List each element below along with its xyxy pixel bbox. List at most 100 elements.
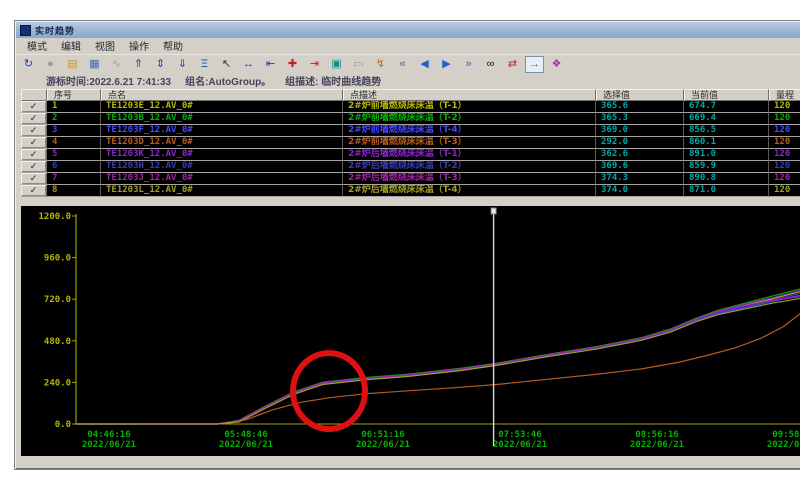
column-header-5[interactable]: 当前值 [684, 89, 769, 101]
y-tick-label: 240.0 [44, 378, 71, 388]
row-checkbox[interactable]: ✓ [21, 113, 47, 125]
column-header-4[interactable]: 选择值 [596, 89, 684, 101]
menu-item-2[interactable]: 视图 [88, 38, 122, 53]
row-checkbox[interactable]: ✓ [21, 125, 47, 137]
fit-vertical-icon[interactable]: ⇕ [151, 56, 170, 73]
x-tick-time: 05:48:46 [224, 430, 267, 440]
current-value: 669.4 [684, 113, 769, 125]
point-table: 序号点名点描述选择值当前值量程✓1TE1203E_12.AV_0#2#炉前墙燃烧… [21, 89, 800, 197]
record-icon: ● [41, 56, 60, 73]
row-num: 6 [47, 161, 101, 173]
range-value: 120 [769, 185, 800, 197]
table-row[interactable]: ✓2TE1203B_12.AV_0#2#炉前墙燃烧床床温（T-2）365.366… [21, 113, 800, 125]
trend-chart[interactable]: 1200.0960.0720.0480.0240.00.004:46:16202… [21, 206, 800, 456]
x-tick-date: 2022/06/21 [356, 440, 410, 450]
pointer-icon[interactable]: ↖ [217, 56, 236, 73]
column-header-2[interactable]: 点名 [101, 89, 343, 101]
point-name: TE1203D_12.AV_0# [101, 137, 343, 149]
menu-item-1[interactable]: 编辑 [54, 38, 88, 53]
step-backward-icon[interactable]: ◀ [415, 56, 434, 73]
selected-value: 292.0 [596, 137, 684, 149]
menu-item-3[interactable]: 操作 [122, 38, 156, 53]
fit-horizontal-icon[interactable]: ↔ [239, 56, 258, 73]
column-header-3[interactable]: 点描述 [343, 89, 596, 101]
y-tick-label: 0.0 [55, 420, 71, 430]
point-desc: 2#炉前墙燃烧床床温（T-4） [343, 125, 596, 137]
group-desc-text: 组描述: 临时曲线趋势 [285, 73, 381, 88]
row-checkbox[interactable]: ✓ [21, 149, 47, 161]
fast-forward-icon[interactable]: » [459, 56, 478, 73]
menu-item-0[interactable]: 模式 [20, 38, 54, 53]
x-tick-date: 2022/06/21 [630, 440, 684, 450]
y-tick-label: 720.0 [44, 295, 71, 305]
table-row[interactable]: ✓6TE1203H_12.AV_0#2#炉后墙燃烧床床温（T-2）369.685… [21, 161, 800, 173]
export-icon[interactable]: → [525, 56, 544, 73]
y-tick-label: 1200.0 [38, 212, 71, 222]
column-header-1[interactable]: 序号 [47, 89, 101, 101]
point-desc: 2#炉前墙燃烧床床温（T-1） [343, 101, 596, 113]
row-checkbox[interactable]: ✓ [21, 185, 47, 197]
crosshair-icon[interactable]: ✚ [283, 56, 302, 73]
new-window-icon[interactable]: ▤ [63, 56, 82, 73]
tools-icon[interactable]: ↯ [371, 56, 390, 73]
row-checkbox[interactable]: ✓ [21, 137, 47, 149]
shift-down-icon[interactable]: ⇓ [173, 56, 192, 73]
row-num: 1 [47, 101, 101, 113]
toolbar: ↻●▤▦∿⇑⇕⇓Ξ↖↔⇤✚⇥▣▭↯«◀▶»∞⇄→❖ [16, 54, 800, 73]
menu-item-4[interactable]: 帮助 [156, 38, 190, 53]
column-header-6[interactable]: 量程 [769, 89, 800, 101]
group-name-text: 组名:AutoGroup。 [185, 73, 271, 88]
fast-backward-icon[interactable]: « [393, 56, 412, 73]
print-icon[interactable]: ❖ [547, 56, 566, 73]
table-row[interactable]: ✓8TE1203L_12.AV_0#2#炉后墙燃烧床床温（T-4）374.087… [21, 185, 800, 197]
range-value: 120 [769, 101, 800, 113]
row-num: 2 [47, 113, 101, 125]
table-row[interactable]: ✓1TE1203E_12.AV_0#2#炉前墙燃烧床床温（T-1）365.667… [21, 101, 800, 113]
menubar: 模式编辑视图操作帮助 [16, 39, 800, 52]
window-title: 实时趋势 [35, 24, 75, 37]
row-num: 7 [47, 173, 101, 185]
link-cursor-icon[interactable]: ⇄ [503, 56, 522, 73]
grid-view-icon[interactable]: ▦ [85, 56, 104, 73]
range-value: 120 [769, 113, 800, 125]
row-checkbox[interactable]: ✓ [21, 101, 47, 113]
column-header-0[interactable] [21, 89, 47, 101]
point-name: TE1203H_12.AV_0# [101, 161, 343, 173]
point-desc: 2#炉前墙燃烧床床温（T-3） [343, 137, 596, 149]
point-desc: 2#炉后墙燃烧床床温（T-3） [343, 173, 596, 185]
zoom-select-icon[interactable]: ▣ [327, 56, 346, 73]
table-row[interactable]: ✓3TE1203F_12.AV_0#2#炉前墙燃烧床床温（T-4）369.085… [21, 125, 800, 137]
range-value: 120 [769, 161, 800, 173]
cursor-page-right-icon[interactable]: ⇥ [305, 56, 324, 73]
table-row[interactable]: ✓7TE1203J_12.AV_0#2#炉后墙燃烧床床温（T-3）374.389… [21, 173, 800, 185]
x-tick-time: 08:56:16 [635, 430, 678, 440]
cursor-handle[interactable] [491, 208, 496, 214]
trend-curve [76, 313, 800, 424]
find-icon[interactable]: ∞ [481, 56, 500, 73]
curve-view-icon: ∿ [107, 56, 126, 73]
shift-up-icon[interactable]: ⇑ [129, 56, 148, 73]
cursor-page-left-icon[interactable]: ⇤ [261, 56, 280, 73]
row-checkbox[interactable]: ✓ [21, 161, 47, 173]
selected-value: 365.6 [596, 101, 684, 113]
table-row[interactable]: ✓5TE1203K_12.AV_0#2#炉后墙燃烧床床温（T-1）362.689… [21, 149, 800, 161]
titlebar[interactable]: 实时趋势 [16, 22, 800, 38]
current-value: 859.9 [684, 161, 769, 173]
current-value: 674.7 [684, 101, 769, 113]
row-checkbox[interactable]: ✓ [21, 173, 47, 185]
compress-vertical-icon[interactable]: Ξ [195, 56, 214, 73]
row-num: 5 [47, 149, 101, 161]
y-tick-label: 480.0 [44, 337, 71, 347]
refresh-icon[interactable]: ↻ [19, 56, 38, 73]
x-tick-time: 09:58:46 [772, 430, 800, 440]
trend-curve [76, 289, 800, 424]
trend-curve [76, 293, 800, 424]
trend-window: 实时趋势 模式编辑视图操作帮助 ↻●▤▦∿⇑⇕⇓Ξ↖↔⇤✚⇥▣▭↯«◀▶»∞⇄→… [14, 20, 800, 470]
y-tick-label: 960.0 [44, 254, 71, 264]
point-desc: 2#炉后墙燃烧床床温（T-2） [343, 161, 596, 173]
step-forward-icon[interactable]: ▶ [437, 56, 456, 73]
point-name: TE1203E_12.AV_0# [101, 101, 343, 113]
range-value: 120 [769, 173, 800, 185]
table-row[interactable]: ✓4TE1203D_12.AV_0#2#炉前墙燃烧床床温（T-3）292.086… [21, 137, 800, 149]
x-tick-date: 2022/06/21 [767, 440, 800, 450]
